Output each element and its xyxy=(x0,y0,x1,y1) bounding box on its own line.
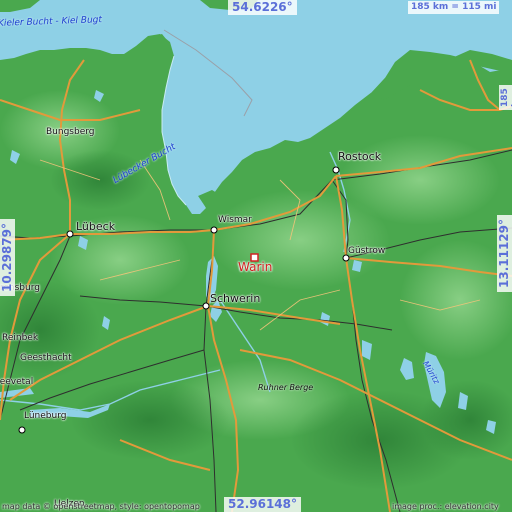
lat-top-label: 54.6226° xyxy=(228,0,297,15)
map-background xyxy=(0,0,512,512)
bungsberg-label: Bungsberg xyxy=(46,127,95,137)
luneburg-label: Lüneburg xyxy=(24,411,67,421)
credit-right: image proc.: elevation.city xyxy=(392,502,499,511)
wismar-label: Wismar xyxy=(218,215,252,225)
lat-bottom-label: 52.96148° xyxy=(224,497,302,512)
place-label: Warin xyxy=(238,260,273,274)
lon-left-label: 10.29879° xyxy=(0,218,15,296)
lubeck-label: Lübeck xyxy=(76,220,116,233)
lon-right-label: 13.11129° xyxy=(497,214,512,292)
map-canvas[interactable]: Kieler Bucht - Kiel Bugt Lübecker Bucht … xyxy=(0,0,512,512)
geesthacht-label: Geesthacht xyxy=(20,353,72,363)
ruhner-berge-label: Ruhner Berge xyxy=(258,383,314,392)
scale-right: 185 km = 115 mi xyxy=(499,85,512,110)
credit-left: map data © openstreetmap, style: opentop… xyxy=(2,502,200,511)
schwerin-label: Schwerin xyxy=(210,292,261,305)
reinbek-label: Reinbek xyxy=(2,333,39,343)
scale-top: 185 km = 115 mi xyxy=(408,1,500,14)
seevetal-label: Seevetal xyxy=(0,377,34,387)
gustrow-label: Güstrow xyxy=(348,246,386,256)
rostock-label: Rostock xyxy=(338,150,382,163)
